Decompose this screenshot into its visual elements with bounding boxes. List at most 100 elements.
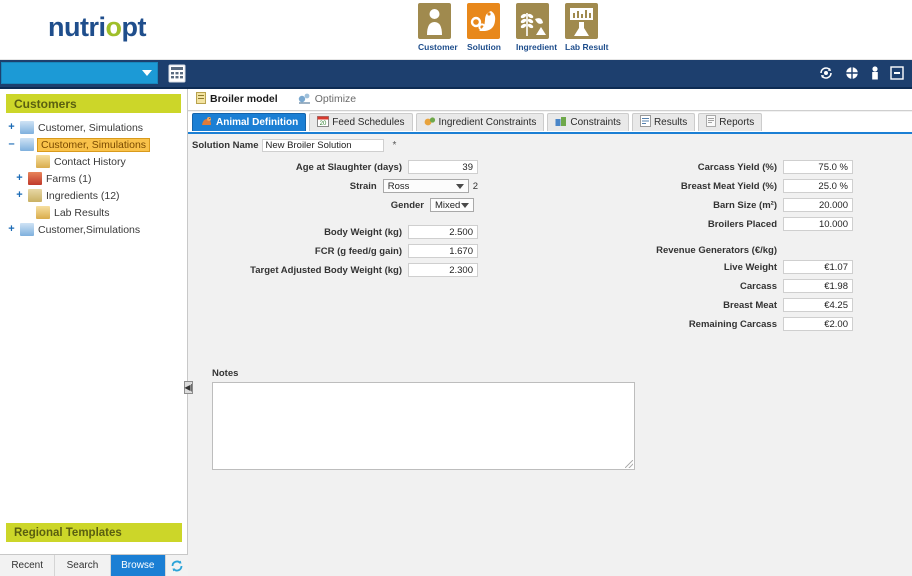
breast-meat-yield-input[interactable]: 25.0 % [783, 179, 853, 193]
field-label: Breast Meat Yield (%) [680, 180, 777, 192]
field-strain: Strain Ross 2 [188, 177, 478, 195]
folder-icon [36, 206, 50, 219]
field-breast-meat: Breast Meat €4.25 [478, 296, 853, 314]
tab-feed-schedules[interactable]: 20 Feed Schedules [309, 113, 413, 131]
field-label: Broilers Placed [707, 218, 777, 230]
lock-icon[interactable] [870, 65, 880, 86]
nav-item-solution[interactable]: Solution [467, 3, 501, 52]
tab-optimize[interactable]: Optimize [290, 88, 368, 110]
collapse-minus-icon[interactable]: – [6, 139, 17, 150]
resize-grip-icon[interactable] [625, 460, 633, 468]
required-marker: * [392, 140, 397, 151]
field-label: Gender [390, 199, 424, 211]
reports-icon [706, 115, 717, 130]
person-icon [20, 138, 34, 151]
nav-item-customer[interactable]: Customer [418, 3, 458, 52]
tab-label: Optimize [314, 93, 357, 105]
tab-constraints[interactable]: Constraints [547, 113, 629, 131]
logo-part-2: o [105, 12, 123, 42]
notes-label: Notes [212, 368, 239, 379]
field-body-weight: Body Weight (kg) 2.500 [188, 223, 478, 241]
tree-item-ingredients[interactable]: + Ingredients (12) [0, 187, 187, 204]
tab-label: Results [653, 117, 688, 128]
field-age-at-slaughter: Age at Slaughter (days) 39 [188, 158, 478, 176]
tab-reports[interactable]: Reports [698, 113, 763, 131]
revenue-generators-section-label: Revenue Generators (€/kg) [656, 244, 777, 256]
fcr-input[interactable]: 1.670 [408, 244, 478, 258]
refresh-icon[interactable] [165, 555, 188, 576]
carcass-input[interactable]: €1.98 [783, 279, 853, 293]
minimize-icon[interactable] [890, 66, 904, 85]
field-label: Target Adjusted Body Weight (kg) [250, 264, 402, 276]
application-window: nutriopt Customer Solution Ingredient La… [0, 0, 912, 576]
tab-animal-definition[interactable]: Animal Definition [192, 113, 307, 131]
live-weight-input[interactable]: €1.07 [783, 260, 853, 274]
barn-size-input[interactable]: 20.000 [783, 198, 853, 212]
tree-item-contact-history[interactable]: Contact History [0, 153, 187, 170]
field-label: Barn Size (m²) [713, 199, 777, 211]
tree-item-farms[interactable]: + Farms (1) [0, 170, 187, 187]
strain-value: Ross [387, 180, 410, 192]
person-icon [20, 223, 34, 236]
sync-icon[interactable] [818, 65, 834, 86]
tab-label: Feed Schedules [332, 117, 405, 128]
notes-textarea[interactable] [212, 382, 635, 470]
top-navigation: Customer Solution Ingredient Lab Result [418, 3, 608, 52]
field-live-weight: Live Weight €1.07 [478, 258, 853, 276]
expand-plus-icon[interactable]: + [6, 224, 17, 235]
sidebar-tab-browse[interactable]: Browse [110, 555, 166, 576]
tree-item-label: Customer, Simulations [38, 121, 144, 134]
tree-item-customer-simulations-3[interactable]: + Customer,Simulations [0, 221, 187, 238]
tree-item-customer-simulations-1[interactable]: + Customer, Simulations [0, 119, 187, 136]
tree-item-lab-results[interactable]: Lab Results [0, 204, 187, 221]
solution-name-input[interactable]: New Broiler Solution [261, 139, 384, 152]
chevron-down-icon [461, 203, 469, 208]
tab-ingredient-constraints[interactable]: Ingredient Constraints [415, 113, 545, 131]
right-form-column: Carcass Yield (%) 75.0 % Breast Meat Yie… [478, 158, 853, 334]
calculator-icon[interactable] [168, 64, 186, 83]
sidebar-tab-search[interactable]: Search [55, 555, 111, 576]
tree-item-label: Lab Results [54, 206, 110, 219]
field-label: Strain [349, 180, 377, 192]
field-carcass-yield: Carcass Yield (%) 75.0 % [478, 158, 853, 176]
target-adjusted-body-weight-input[interactable]: 2.300 [408, 263, 478, 277]
expand-plus-icon[interactable]: + [6, 122, 17, 133]
globe-icon[interactable] [844, 65, 860, 86]
customer-tree: + Customer, Simulations – Customer, Simu… [0, 119, 187, 238]
field-gender: Gender Mixed [188, 196, 478, 214]
field-label: FCR (g feed/g gain) [314, 245, 402, 257]
sidebar-tab-recent[interactable]: Recent [0, 555, 56, 576]
field-barn-size: Barn Size (m²) 20.000 [478, 196, 853, 214]
person-icon [20, 121, 34, 134]
expand-plus-icon[interactable]: + [14, 173, 25, 184]
body-weight-input[interactable]: 2.500 [408, 225, 478, 239]
tab-results[interactable]: Results [631, 113, 696, 131]
strain-select[interactable]: Ross [382, 179, 469, 193]
sidebar-bottom-tabs: Recent Search Browse [0, 554, 188, 576]
nav-item-ingredient[interactable]: Ingredient [516, 3, 557, 52]
broilers-placed-input[interactable]: 10.000 [783, 217, 853, 231]
nav-item-lab-result[interactable]: Lab Result [565, 3, 608, 52]
notes-section: Notes [212, 368, 642, 470]
sidebar-header-regional-templates: Regional Templates [6, 523, 182, 542]
field-label: Age at Slaughter (days) [295, 161, 402, 173]
gender-select[interactable]: Mixed [430, 198, 474, 212]
remaining-carcass-input[interactable]: €2.00 [783, 317, 853, 331]
nav-label-solution: Solution [467, 42, 501, 52]
customer-select-dropdown[interactable] [1, 62, 158, 84]
sidebar-header-customers: Customers [6, 94, 181, 113]
animal-icon [200, 116, 213, 130]
results-icon [639, 115, 651, 130]
tree-item-customer-simulations-2-selected[interactable]: – Customer, Simulations [0, 136, 187, 153]
tree-item-label: Customer, Simulations [37, 137, 151, 152]
breast-meat-input[interactable]: €4.25 [783, 298, 853, 312]
carcass-yield-input[interactable]: 75.0 % [783, 160, 853, 174]
tab-broiler-model[interactable]: Broiler model [188, 88, 290, 110]
panel-collapse-handle[interactable]: ◀| [184, 381, 193, 394]
tab-label: Ingredient Constraints [438, 117, 537, 128]
solution-name-row: Solution Name New Broiler Solution * [192, 139, 396, 152]
expand-plus-icon[interactable]: + [14, 190, 25, 201]
age-at-slaughter-input[interactable]: 39 [408, 160, 478, 174]
